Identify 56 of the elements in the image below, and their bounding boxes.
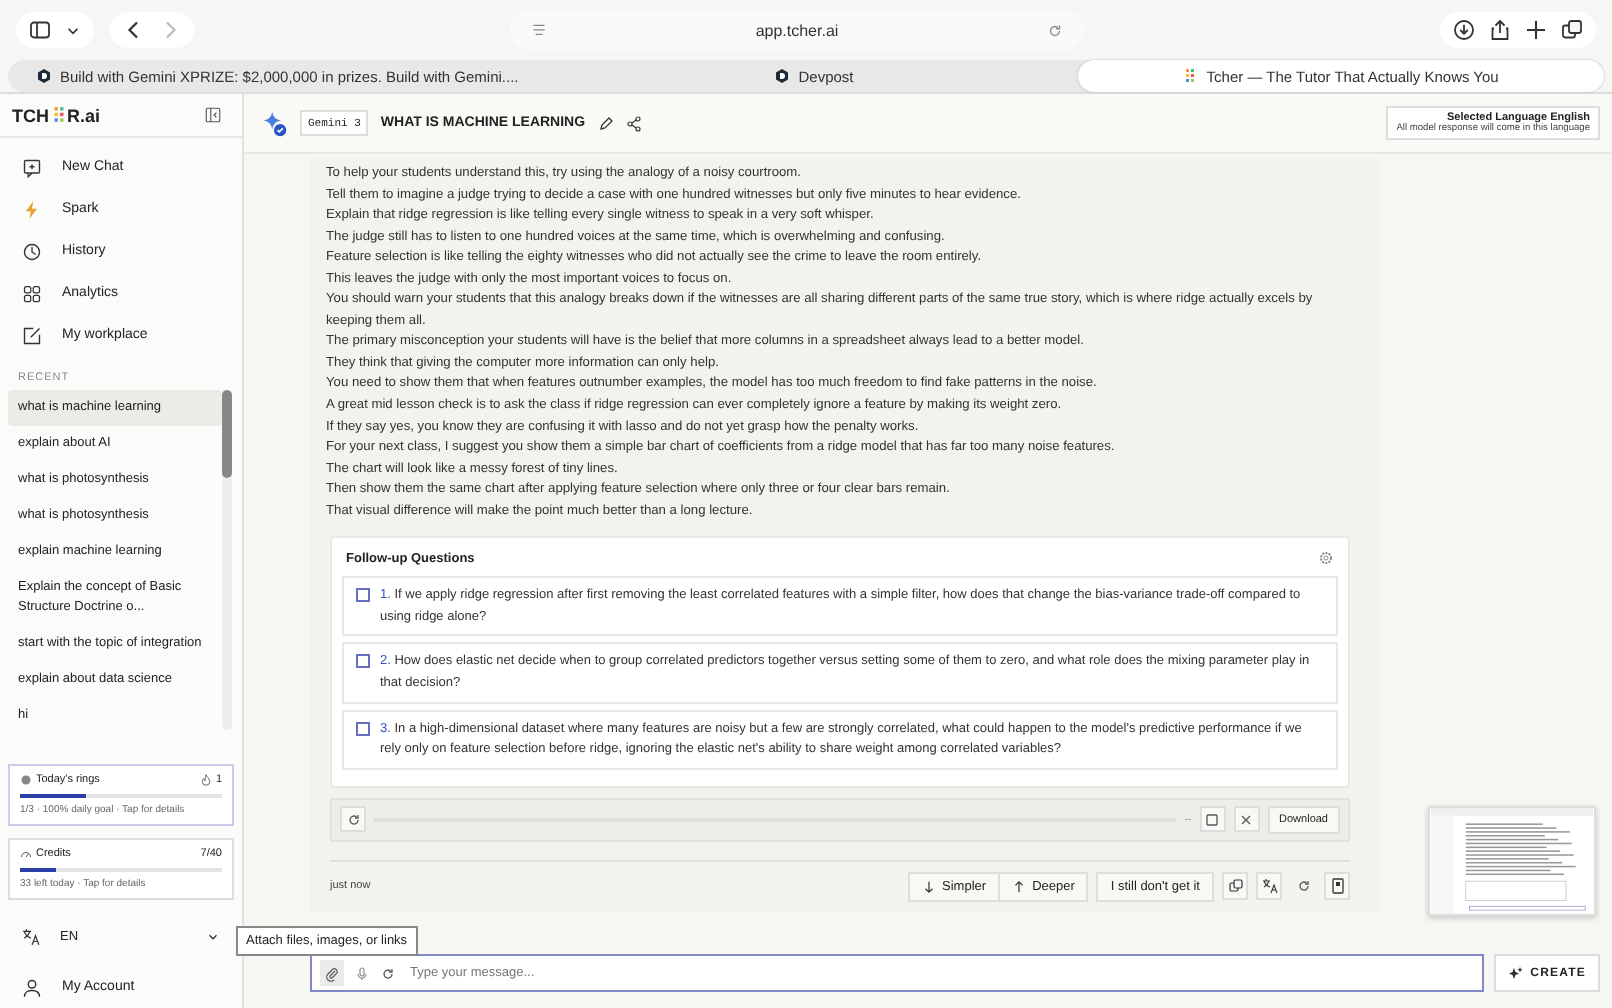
- colored-dots-icon: [1182, 68, 1199, 84]
- close-icon: [1238, 811, 1255, 828]
- logo-text: R.ai: [67, 105, 101, 125]
- address-bar[interactable]: app.tcher.ai: [510, 10, 1084, 50]
- arrow-down-icon: [922, 879, 937, 894]
- flame-icon: [199, 774, 212, 786]
- hexagon-logo-icon: [36, 68, 52, 84]
- translate-icon: [1261, 878, 1277, 895]
- copy-button[interactable]: [1222, 872, 1248, 901]
- refresh-icon: [345, 811, 361, 828]
- save-button[interactable]: [1324, 872, 1350, 901]
- stop-button[interactable]: [1199, 806, 1226, 833]
- sparkles-icon: [1508, 965, 1525, 981]
- reload-icon[interactable]: [1046, 21, 1064, 39]
- edit-icon: [22, 325, 42, 345]
- refresh-icon: [1295, 878, 1311, 895]
- checkbox[interactable]: [356, 654, 370, 669]
- square-icon: [1204, 811, 1221, 828]
- replay-button[interactable]: [340, 806, 366, 833]
- arrow-up-icon: [1012, 879, 1027, 894]
- bookmark-icon: [1329, 878, 1345, 895]
- checkbox[interactable]: [356, 588, 370, 603]
- tab-overview-icon[interactable]: [1560, 18, 1584, 42]
- ring-icon: [20, 774, 32, 786]
- lightning-icon: [22, 199, 42, 219]
- sidebar-toggle-icon[interactable]: [28, 18, 52, 42]
- sparkle-badge-icon: [260, 109, 288, 137]
- person-icon: [22, 977, 42, 997]
- follow-up-question[interactable]: [342, 709, 1338, 770]
- grid-icon: [22, 283, 42, 303]
- close-button[interactable]: [1233, 806, 1260, 833]
- hexagon-logo-icon: [774, 68, 791, 84]
- share-icon[interactable]: [1488, 18, 1512, 42]
- refresh-icon[interactable]: [380, 965, 396, 981]
- collapse-sidebar-icon[interactable]: [204, 106, 222, 124]
- url-text: app.tcher.ai: [755, 21, 839, 39]
- new-tab-icon[interactable]: [1524, 18, 1548, 42]
- download-icon[interactable]: [1452, 18, 1476, 42]
- share-icon[interactable]: [625, 115, 642, 131]
- pencil-icon[interactable]: [597, 115, 614, 131]
- settings-icon[interactable]: [1318, 550, 1334, 567]
- translate-button[interactable]: [1256, 872, 1282, 901]
- chevron-down-icon: [206, 929, 220, 943]
- page-menu-icon[interactable]: [530, 21, 548, 39]
- attach-button[interactable]: [320, 960, 344, 986]
- copy-icon: [1227, 878, 1243, 895]
- gauge-icon: [20, 848, 32, 860]
- paperclip-icon: [324, 965, 340, 981]
- clock-icon: [22, 241, 42, 261]
- translate-icon: [22, 927, 40, 945]
- chat-plus-icon: [22, 157, 42, 177]
- colored-dots-icon: [49, 106, 67, 124]
- logo-text: TCH: [12, 105, 49, 125]
- microphone-icon[interactable]: [354, 965, 370, 981]
- scrollbar-thumb[interactable]: [222, 390, 232, 478]
- checkbox[interactable]: [356, 721, 370, 736]
